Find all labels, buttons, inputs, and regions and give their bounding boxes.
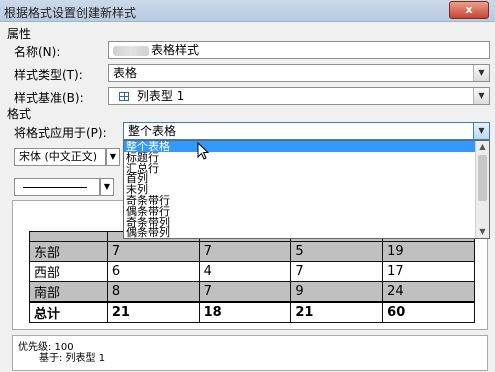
redacted-text	[113, 45, 149, 56]
font-select-value: 宋体 (中文正文)	[19, 150, 98, 163]
table-cell: 7	[290, 261, 384, 282]
table-row: 西部 6 4 7 17	[29, 261, 475, 282]
table-cell: 7	[198, 281, 292, 303]
table-row: 南部 8 7 9 24	[29, 281, 475, 303]
table-cell: 5	[290, 241, 384, 262]
table-cell: 21	[106, 301, 200, 323]
apply-to-value: 整个表格	[128, 124, 177, 138]
scroll-thumb[interactable]	[478, 155, 487, 201]
mouse-cursor-icon	[197, 142, 209, 160]
chevron-down-icon[interactable]: ▼	[473, 65, 489, 81]
type-select-value: 表格	[113, 66, 138, 80]
type-label: 样式类型(T):	[14, 68, 83, 82]
apply-to-option[interactable]: 偶条带行	[124, 206, 489, 217]
apply-to-option[interactable]: 奇条带行	[124, 195, 489, 206]
table-cell	[29, 231, 108, 242]
dropdown-scrollbar[interactable]: ▲ ▼	[475, 141, 489, 238]
name-field[interactable]: 表格样式	[108, 41, 490, 59]
table-cell: 东部	[29, 241, 108, 262]
table-cell: 4	[198, 261, 292, 282]
name-label: 名称(N):	[14, 45, 61, 59]
table-cell: 60	[382, 301, 475, 323]
close-button[interactable]: x	[449, 1, 489, 19]
apply-to-select[interactable]: 整个表格 ▼	[123, 122, 490, 140]
table-cell: 南部	[29, 281, 108, 303]
table-cell: 24	[382, 281, 475, 303]
format-section-label: 格式	[7, 107, 32, 121]
table-cell: 19	[382, 241, 475, 262]
table-cell: 6	[106, 261, 200, 282]
border-line-sample	[23, 187, 87, 188]
table-icon	[119, 92, 129, 101]
table-cell: 7	[198, 241, 292, 262]
based-on-select[interactable]: 列表型 1 ▼	[108, 87, 490, 105]
window-title: 根据格式设置创建新样式	[4, 6, 137, 20]
properties-section-label: 属性	[7, 27, 32, 41]
table-cell: 7	[106, 241, 200, 262]
apply-to-dropdown-list[interactable]: 整个表格 标题行 汇总行 首列 末列 奇条带行 偶条带行 奇条带列 偶条带列 ▲ ▼	[123, 140, 490, 239]
apply-to-option[interactable]: 末列	[124, 184, 489, 195]
apply-to-label: 将格式应用于(P):	[14, 126, 107, 140]
based-on-label: 样式基准(B):	[14, 91, 84, 105]
table-cell: 9	[290, 281, 384, 303]
border-style-dropdown-button[interactable]: ▼	[100, 178, 114, 196]
chevron-down-icon[interactable]: ▼	[473, 88, 489, 104]
apply-to-option[interactable]: 标题行	[124, 152, 489, 163]
based-on-value: 列表型 1	[136, 89, 185, 103]
type-select[interactable]: 表格 ▼	[108, 64, 490, 82]
table-cell: 总计	[29, 301, 108, 323]
table-row: 东部 7 7 5 19	[29, 241, 475, 262]
title-bar: 根据格式设置创建新样式 x	[0, 0, 495, 22]
font-dropdown-button[interactable]: ▼	[106, 148, 120, 166]
scroll-up-icon[interactable]: ▲	[476, 141, 489, 153]
style-info-box: 优先级: 100 基于: 列表型 1	[12, 335, 488, 371]
based-on-info-text: 基于: 列表型 1	[39, 353, 106, 364]
apply-to-option[interactable]: 奇条带列	[124, 217, 489, 228]
table-row: 总计 21 18 21 60	[29, 301, 475, 323]
scroll-down-icon[interactable]: ▼	[476, 226, 489, 238]
apply-to-option[interactable]: 首列	[124, 173, 489, 184]
table-cell: 18	[198, 301, 292, 323]
table-cell: 西部	[29, 261, 108, 282]
font-select[interactable]: 宋体 (中文正文)	[14, 148, 106, 166]
name-field-value: 表格样式	[151, 43, 200, 57]
table-cell: 21	[290, 301, 384, 323]
apply-to-option[interactable]: 偶条带列	[124, 227, 489, 238]
apply-to-option[interactable]: 整个表格	[124, 141, 489, 152]
table-cell: 8	[106, 281, 200, 303]
apply-to-option[interactable]: 汇总行	[124, 163, 489, 174]
preview-table: 东部 7 7 5 19 西部 6 4 7 17 南部 8 7 9 24 总计 21 18 21 60	[29, 231, 475, 323]
table-cell: 17	[382, 261, 475, 282]
border-style-select[interactable]	[14, 178, 100, 196]
chevron-down-icon[interactable]: ▼	[473, 123, 489, 139]
